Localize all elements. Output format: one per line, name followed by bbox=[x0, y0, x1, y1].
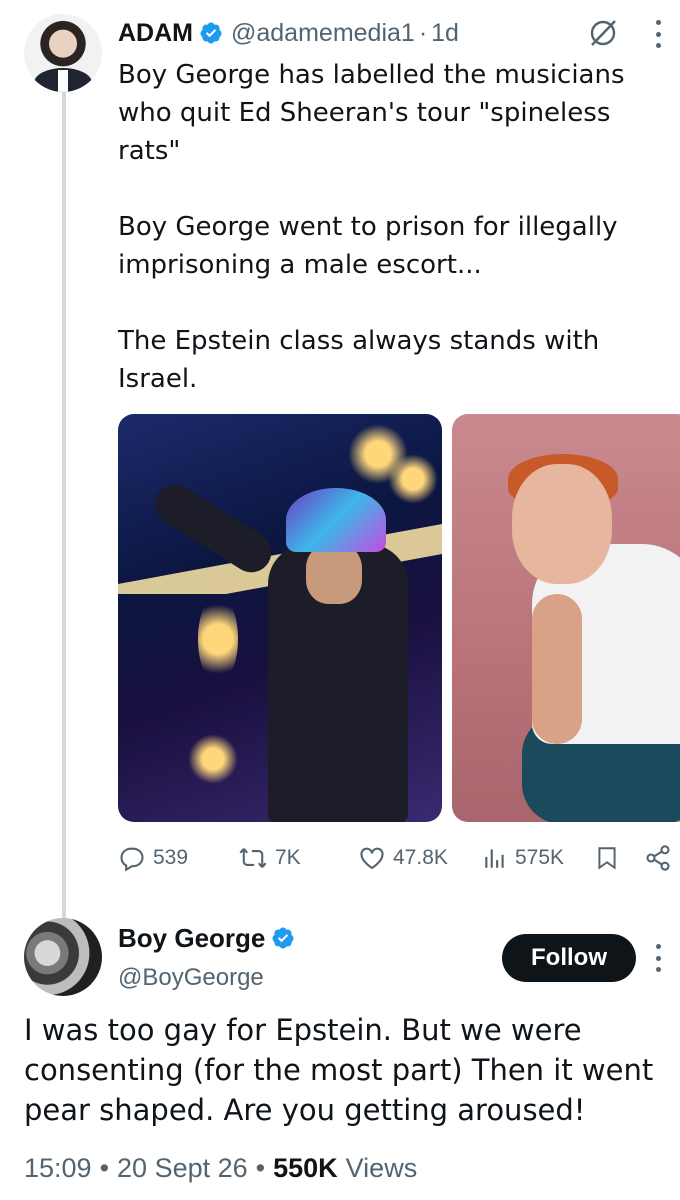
reply-header: Boy George @BoyGeorge bbox=[118, 920, 295, 992]
reply-author-name[interactable]: Boy George bbox=[118, 923, 265, 954]
bookmark-button[interactable] bbox=[594, 840, 620, 876]
more-icon[interactable] bbox=[650, 944, 666, 972]
verified-badge-icon bbox=[199, 21, 223, 45]
reply-button[interactable]: 539 bbox=[118, 840, 188, 876]
meta-separator: • bbox=[255, 1152, 266, 1183]
post-paragraph: Boy George went to prison for illegally … bbox=[118, 212, 618, 280]
post-paragraph: The Epstein class always stands with Isr… bbox=[118, 326, 600, 394]
reply-meta: 15:09 • 20 Sept 26 • 550K Views bbox=[24, 1150, 417, 1186]
relative-time[interactable]: 1d bbox=[431, 19, 459, 48]
reply-text: I was too gay for Epstein. But we were c… bbox=[24, 1013, 654, 1127]
post-paragraph: Boy George has labelled the musicians wh… bbox=[118, 60, 625, 166]
repost-count: 7K bbox=[275, 846, 301, 869]
avatar-adam[interactable] bbox=[24, 14, 102, 92]
reply-count: 539 bbox=[153, 846, 189, 869]
grok-icon[interactable] bbox=[588, 18, 618, 48]
separator: · bbox=[418, 18, 428, 47]
share-button[interactable] bbox=[644, 840, 672, 876]
post-image-ed-sheeran[interactable] bbox=[452, 414, 680, 822]
repost-button[interactable]: 7K bbox=[238, 840, 301, 876]
views-count: 575K bbox=[515, 846, 565, 869]
post-header: ADAM @adamemedia1 · 1d bbox=[118, 16, 459, 50]
reply-author-handle[interactable]: @BoyGeorge bbox=[118, 964, 295, 992]
reply-icon bbox=[120, 847, 144, 872]
author-name[interactable]: ADAM bbox=[118, 19, 193, 48]
follow-button[interactable]: Follow bbox=[502, 934, 636, 982]
author-handle[interactable]: @adamemedia1 bbox=[231, 19, 415, 48]
verified-badge-icon bbox=[271, 926, 295, 950]
meta-separator: • bbox=[99, 1152, 110, 1183]
bookmark-icon bbox=[598, 847, 616, 870]
like-icon bbox=[360, 847, 384, 870]
post-date[interactable]: 20 Sept 26 bbox=[117, 1153, 248, 1184]
thread-line bbox=[62, 92, 66, 920]
reply-views-label: Views bbox=[345, 1152, 418, 1183]
views-button[interactable]: 575K bbox=[482, 840, 564, 876]
like-button[interactable]: 47.8K bbox=[358, 840, 448, 876]
repost-icon bbox=[239, 848, 267, 868]
more-icon[interactable] bbox=[648, 20, 668, 48]
post-time[interactable]: 15:09 bbox=[24, 1153, 92, 1184]
like-count: 47.8K bbox=[393, 846, 448, 869]
post-actions: 539 7K 47.8K 575K bbox=[118, 840, 678, 876]
post-image-boy-george[interactable] bbox=[118, 414, 442, 822]
reply-views-count: 550K bbox=[273, 1152, 338, 1183]
post-text: Boy George has labelled the musicians wh… bbox=[118, 56, 658, 398]
views-icon bbox=[485, 849, 504, 868]
avatar-boy-george[interactable] bbox=[24, 918, 102, 996]
share-icon bbox=[646, 845, 670, 871]
